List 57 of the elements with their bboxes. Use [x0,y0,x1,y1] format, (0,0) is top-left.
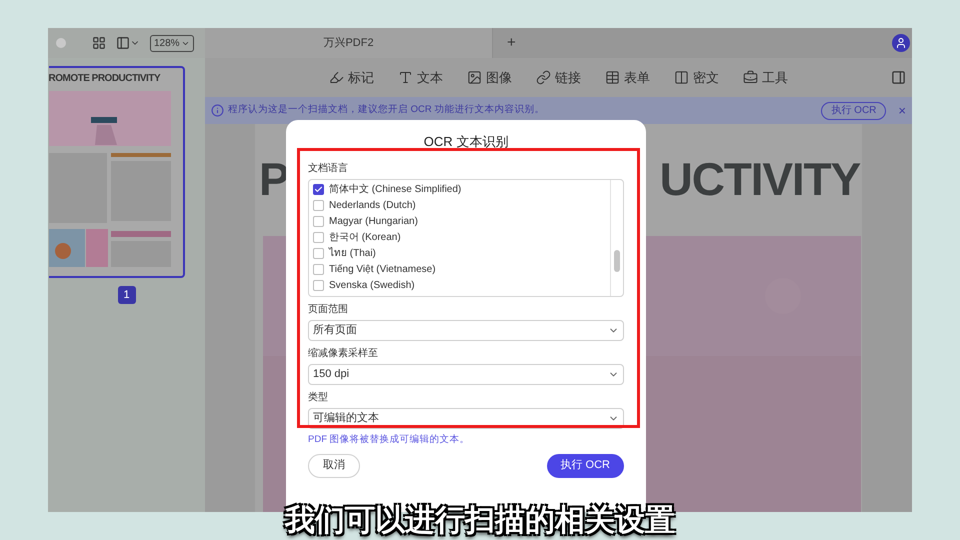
checkbox[interactable] [313,200,324,211]
language-option[interactable]: Svenska (Swedish) [313,278,610,294]
checkbox[interactable] [313,280,324,291]
new-tab-button[interactable]: + [507,32,516,54]
video-caption: 我们可以进行扫描的相关设置 [250,504,710,538]
tool-button[interactable]: 密文 [674,68,719,88]
thumbnail-title: ROMOTE PRODUCTIVITY [48,72,160,85]
tool-button[interactable]: 工具 [743,68,788,88]
dropdown[interactable]: 150 dpi [308,364,624,384]
checkbox[interactable] [313,216,324,227]
checkbox[interactable] [313,184,324,195]
cancel-button[interactable]: 取消 [308,454,360,478]
language-option[interactable]: ไทย (Thai) [313,246,610,262]
columns-icon [674,70,689,85]
tool-button[interactable]: 文本 [398,68,443,88]
tool-button[interactable]: 标记 [329,68,374,88]
field-label: 缩减像素采样至 [308,346,379,360]
language-option[interactable]: Nederlands (Dutch) [313,198,610,214]
info-icon [211,104,224,117]
field-label: 类型 [308,390,329,404]
close-button[interactable]: × [898,100,906,120]
page-thumbnail[interactable]: ROMOTE PRODUCTIVITY [48,66,184,278]
link-icon [536,70,551,85]
dropdown[interactable]: 可编辑的文本 [308,408,624,428]
dialog-title: OCR 文本识别 [422,133,510,151]
checkbox[interactable] [313,248,324,259]
run-ocr-button[interactable]: 执行 OCR [546,454,624,478]
dropdown[interactable]: 所有页面 [308,320,624,340]
panel-icon[interactable] [116,36,130,50]
document-heading: UCTIVITY [660,152,860,207]
text-icon [398,70,413,85]
field-label: 文档语言 [308,162,349,174]
tool-button[interactable]: 图像 [467,68,512,88]
page-number-badge: 1 [118,286,136,304]
tool-button[interactable]: 链接 [536,68,581,88]
banner-text: 程序认为这是一个扫描文档，建议您开启 OCR 功能进行文本内容识别。 [228,103,546,118]
scrollbar-thumb[interactable] [614,250,620,272]
tool-button[interactable]: 表单 [605,68,650,88]
table-icon [605,70,620,85]
zoom-select[interactable]: 128% [150,34,194,52]
marker-icon [329,70,344,85]
checkbox[interactable] [313,264,324,275]
toolbox-icon [743,70,758,85]
avatar-icon[interactable] [892,34,910,52]
language-option[interactable]: Tiếng Việt (Vietnamese) [313,262,610,278]
document-tab[interactable]: 万兴PDF2 [323,34,374,52]
language-option[interactable]: Magyar (Hungarian) [313,214,610,230]
document-heading: P [259,152,289,207]
checkbox[interactable] [313,232,324,243]
language-option[interactable]: 简体中文 (Chinese Simplified) [313,182,610,198]
grid-icon[interactable] [92,36,106,50]
language-option[interactable]: 한국어 (Korean) [313,230,610,246]
run-ocr-button[interactable]: 执行 OCR [821,102,886,120]
field-label: 页面范围 [308,302,349,316]
note-text: PDF 图像将被替换成可编辑的文本。 [308,434,471,446]
image-icon [467,70,482,85]
panel-icon[interactable] [891,70,906,85]
